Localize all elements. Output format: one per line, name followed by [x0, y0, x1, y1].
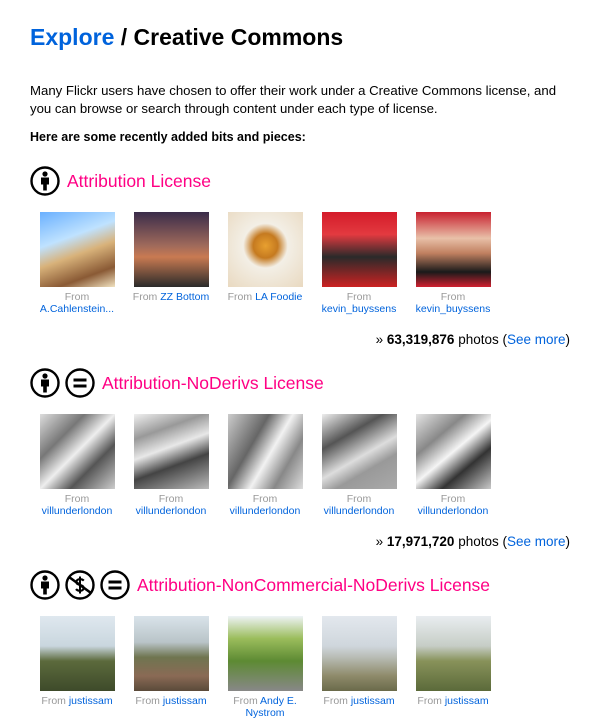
- photo-author-link[interactable]: villunderlondon: [42, 505, 113, 517]
- attribution-icon: [30, 368, 60, 398]
- license-header: Attribution License: [30, 164, 575, 198]
- photo-author-link[interactable]: justissam: [445, 695, 489, 707]
- photo-from: From: [346, 291, 372, 303]
- photo-thumb: From justissam: [30, 616, 124, 707]
- photo-author-link[interactable]: LA Foodie: [255, 291, 302, 303]
- photo-from: From: [64, 291, 90, 303]
- photo-thumb: From kevin_buyssens: [406, 212, 500, 315]
- photo-image[interactable]: [321, 616, 397, 691]
- photo-thumb: From LA Foodie: [218, 212, 312, 303]
- thumbnail-row: From A.Cahlenstein... From ZZ Bottom Fro…: [30, 212, 575, 322]
- photo-author-link[interactable]: villunderlondon: [230, 505, 301, 517]
- photo-image[interactable]: [133, 212, 209, 287]
- photo-from: From: [158, 493, 184, 505]
- photo-author-link[interactable]: kevin_buyssens: [416, 303, 491, 315]
- count-close: ): [565, 332, 571, 347]
- photo-thumb: From Andy E. Nystrom: [218, 616, 312, 719]
- license-section-attribution: Attribution License From A.Cahlenstein..…: [30, 164, 575, 356]
- count-prefix: »: [375, 534, 384, 549]
- license-title-attribution[interactable]: Attribution License: [67, 171, 211, 192]
- explore-link[interactable]: Explore: [30, 24, 114, 50]
- photo-image[interactable]: [39, 212, 115, 287]
- license-header: Attribution-NoDerivs License: [30, 366, 575, 400]
- photo-image[interactable]: [321, 212, 397, 287]
- photo-thumb: From justissam: [124, 616, 218, 707]
- see-more-link[interactable]: See more: [507, 332, 566, 347]
- photo-from: From: [252, 493, 278, 505]
- license-section-attribution-noncommercial-noderivs: Attribution-NonCommercial-NoDerivs Licen…: [30, 568, 575, 727]
- photo-image[interactable]: [227, 212, 303, 287]
- photo-from: From: [135, 695, 163, 707]
- photo-thumb: From A.Cahlenstein...: [30, 212, 124, 315]
- page-title-text: Creative Commons: [133, 24, 344, 50]
- thumbnail-row: From villunderlondon From villunderlondo…: [30, 414, 575, 524]
- photo-image[interactable]: [415, 616, 491, 691]
- count-value: 17,971,720: [386, 534, 455, 549]
- photo-image[interactable]: [321, 414, 397, 489]
- photo-thumb: From villunderlondon: [312, 414, 406, 517]
- photo-image[interactable]: [39, 616, 115, 691]
- photo-from: From: [132, 291, 161, 303]
- license-title-attribution-noderivs[interactable]: Attribution-NoDerivs License: [102, 373, 324, 394]
- photo-from: From: [64, 493, 90, 505]
- photo-from: From: [323, 695, 351, 707]
- photo-author-link[interactable]: villunderlondon: [418, 505, 489, 517]
- photo-image[interactable]: [39, 414, 115, 489]
- photo-thumb: From justissam: [312, 616, 406, 707]
- count-close: ): [565, 534, 571, 549]
- count-suffix: photos (: [458, 332, 507, 347]
- photo-image[interactable]: [227, 414, 303, 489]
- count-value: 63,319,876: [386, 332, 455, 347]
- photo-from: From: [41, 695, 69, 707]
- photo-author-link[interactable]: ZZ Bottom: [160, 291, 209, 303]
- photo-from: From: [233, 695, 261, 707]
- photo-image[interactable]: [415, 414, 491, 489]
- no-derivs-icon: [100, 570, 130, 600]
- count-prefix: »: [375, 332, 384, 347]
- photo-image[interactable]: [133, 616, 209, 691]
- photo-author-link[interactable]: justissam: [69, 695, 113, 707]
- photo-author-link[interactable]: justissam: [163, 695, 207, 707]
- license-section-attribution-noderivs: Attribution-NoDerivs License From villun…: [30, 366, 575, 558]
- see-more-link[interactable]: See more: [507, 534, 566, 549]
- photo-from: From: [417, 695, 445, 707]
- count-suffix: photos (: [458, 534, 507, 549]
- photo-thumb: From villunderlondon: [124, 414, 218, 517]
- non-commercial-icon: [65, 570, 95, 600]
- photo-from: From: [440, 291, 466, 303]
- photo-author-link[interactable]: A.Cahlenstein...: [40, 303, 114, 315]
- photo-author-link[interactable]: villunderlondon: [324, 505, 395, 517]
- attribution-icon: [30, 570, 60, 600]
- photo-image[interactable]: [133, 414, 209, 489]
- no-derivs-icon: [65, 368, 95, 398]
- photo-image[interactable]: [415, 212, 491, 287]
- license-title-attribution-noncommercial-noderivs[interactable]: Attribution-NonCommercial-NoDerivs Licen…: [137, 575, 490, 596]
- photo-author-link[interactable]: kevin_buyssens: [322, 303, 397, 315]
- photo-thumb: From villunderlondon: [30, 414, 124, 517]
- photo-thumb: From kevin_buyssens: [312, 212, 406, 315]
- photo-thumb: From villunderlondon: [406, 414, 500, 517]
- thumbnail-row: From justissam From justissam From Andy …: [30, 616, 575, 726]
- photo-from: From: [227, 291, 256, 303]
- photo-from: From: [440, 493, 466, 505]
- license-header: Attribution-NonCommercial-NoDerivs Licen…: [30, 568, 575, 602]
- photo-author-link[interactable]: justissam: [351, 695, 395, 707]
- title-separator: /: [120, 24, 128, 50]
- page-title: Explore / Creative Commons: [30, 24, 343, 51]
- photo-thumb: From ZZ Bottom: [124, 212, 218, 303]
- photo-count: » 63,319,876 photos (See more): [376, 332, 570, 347]
- photo-author-link[interactable]: villunderlondon: [136, 505, 207, 517]
- photo-count: » 17,971,720 photos (See more): [376, 534, 570, 549]
- photo-image[interactable]: [227, 616, 303, 691]
- photo-thumb: From justissam: [406, 616, 500, 707]
- attribution-icon: [30, 166, 60, 196]
- intro-text: Many Flickr users have chosen to offer t…: [30, 83, 557, 116]
- photo-from: From: [346, 493, 372, 505]
- recent-subhead: Here are some recently added bits and pi…: [30, 130, 306, 144]
- photo-thumb: From villunderlondon: [218, 414, 312, 517]
